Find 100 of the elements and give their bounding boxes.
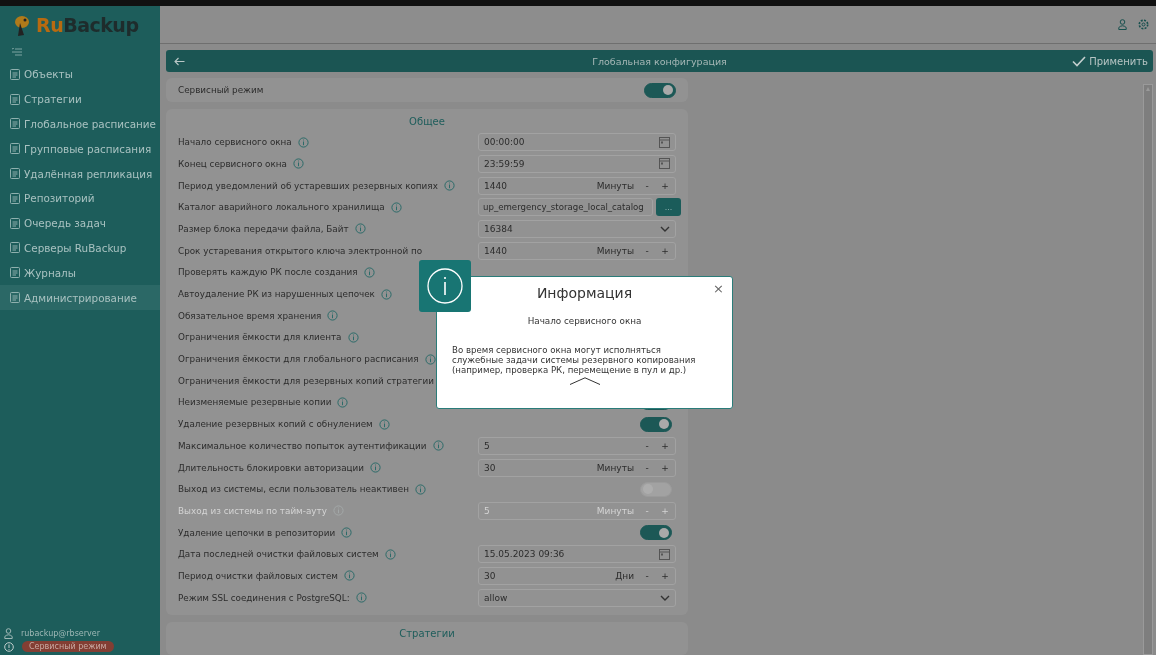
- scrollbar[interactable]: [1143, 84, 1153, 655]
- section-title: Стратегии: [399, 626, 455, 641]
- toggle-switch[interactable]: [644, 82, 676, 98]
- calendar-icon[interactable]: [659, 548, 670, 560]
- info-icon[interactable]: [384, 548, 396, 560]
- number-field[interactable]: 30 Дни - +: [478, 567, 676, 585]
- document-icon: [10, 242, 20, 254]
- increment-button[interactable]: +: [660, 571, 670, 581]
- back-arrow-icon[interactable]: [174, 56, 185, 66]
- setting-label: Начало сервисного окна: [178, 137, 292, 148]
- increment-button[interactable]: +: [660, 180, 670, 191]
- nav-item[interactable]: Объекты: [0, 62, 160, 87]
- setting-label: Удаление резервных копий с обнулением: [178, 419, 373, 430]
- info-icon[interactable]: [337, 397, 349, 408]
- setting-label: Ограничения ёмкости для клиента: [178, 332, 342, 343]
- setting-label: Длительность блокировки авторизации: [178, 462, 364, 473]
- nav-item[interactable]: Журналы: [0, 260, 160, 286]
- info-icon[interactable]: [363, 266, 375, 278]
- info-icon[interactable]: [390, 201, 402, 213]
- user-name: rubackup@rbserver: [21, 629, 100, 638]
- info-icon[interactable]: [344, 570, 355, 582]
- info-icon[interactable]: [443, 180, 455, 192]
- check-icon: [1072, 55, 1087, 67]
- info-icon[interactable]: [414, 483, 426, 495]
- info-icon[interactable]: [341, 527, 353, 539]
- document-icon: [10, 267, 20, 279]
- setting-label: Автоудаление РК из нарушенных цепочек: [178, 289, 375, 300]
- info-icon[interactable]: [369, 462, 381, 474]
- collapse-menu-icon[interactable]: [12, 48, 22, 56]
- nav-item[interactable]: Серверы RuBackup: [0, 235, 160, 261]
- browse-button[interactable]: ...: [656, 198, 681, 217]
- nav-item[interactable]: Глобальное расписание: [0, 111, 160, 137]
- document-icon: [10, 118, 20, 130]
- number-field[interactable]: 1440 Минуты - +: [478, 241, 676, 260]
- number-field[interactable]: 30 Минуты - +: [478, 458, 676, 477]
- toggle-switch[interactable]: [640, 481, 672, 497]
- date-time-field[interactable]: 15.05.2023 09:36: [478, 545, 676, 564]
- setting-label: Размер блока передачи файла, Байт: [178, 224, 349, 234]
- toggle-switch[interactable]: [640, 525, 672, 541]
- path-field[interactable]: up_emergency_storage_local_catalog: [478, 198, 653, 217]
- date-time-field[interactable]: 00:00:00: [478, 133, 676, 152]
- close-button[interactable]: ×: [713, 281, 724, 296]
- apply-button[interactable]: Применить: [1067, 50, 1153, 72]
- decrement-button[interactable]: -: [642, 571, 652, 581]
- document-icon: [10, 168, 20, 180]
- info-icon[interactable]: [378, 418, 390, 430]
- nav-item[interactable]: Удалённая репликация: [0, 161, 160, 186]
- setting-label: Ограничения ёмкости для резервных копий стратегии: [178, 375, 434, 386]
- info-icon[interactable]: [327, 310, 339, 322]
- decrement-button[interactable]: -: [642, 440, 652, 451]
- setting-label: Выход из системы по тайм-ауту: [178, 505, 327, 516]
- setting-label: Выход из системы, если пользователь неактивен: [178, 484, 409, 495]
- chevron-up-icon[interactable]: [568, 377, 601, 385]
- nav-item[interactable]: Очередь задач: [0, 210, 160, 236]
- date-time-field[interactable]: 23:59:59: [478, 154, 676, 173]
- setting-label: Проверять каждую РК после создания: [178, 267, 358, 278]
- nav-item[interactable]: Администрирование: [0, 285, 160, 310]
- nav-item[interactable]: Репозиторий: [0, 186, 160, 211]
- number-field[interactable]: 1440 Минуты - +: [478, 176, 676, 195]
- number-field[interactable]: 5 - +: [478, 436, 676, 455]
- scroll-up-icon[interactable]: [1144, 85, 1152, 93]
- calendar-icon[interactable]: [659, 158, 670, 170]
- dropdown[interactable]: 16384: [478, 220, 676, 238]
- dialog-text: Во время сервисного окна могут исполняться служебные задачи системы резервного копирования (например, проверка РК, перемещение в пул и др.): [452, 345, 697, 375]
- setting-label: Сервисный режим: [178, 85, 264, 96]
- decrement-button[interactable]: -: [642, 180, 652, 191]
- nav-item[interactable]: Групповые расписания: [0, 136, 160, 162]
- document-icon: [10, 292, 20, 304]
- settings-icon[interactable]: [1138, 19, 1149, 30]
- setting-label: Каталог аварийного локального хранилища: [178, 202, 385, 213]
- toggle-switch[interactable]: [640, 416, 672, 432]
- document-icon: [10, 68, 20, 80]
- info-icon[interactable]: [380, 288, 392, 300]
- dropdown[interactable]: allow: [478, 588, 676, 607]
- decrement-button[interactable]: -: [642, 245, 652, 256]
- info-icon[interactable]: [292, 158, 304, 170]
- info-icon[interactable]: [347, 331, 359, 343]
- info-icon[interactable]: [354, 223, 366, 235]
- setting-label: Конец сервисного окна: [178, 158, 287, 169]
- info-icon[interactable]: [424, 353, 436, 365]
- section-title: Общее: [408, 115, 446, 130]
- setting-label: Период уведомлений об устаревших резервных копиях: [178, 180, 438, 191]
- info-icon[interactable]: [297, 136, 309, 148]
- setting-label: Период очистки файловых систем: [178, 571, 338, 581]
- setting-label: Режим SSL соединения с PostgreSQL:: [178, 592, 350, 603]
- nav-item[interactable]: Стратегии: [0, 86, 160, 112]
- increment-button[interactable]: +: [660, 245, 670, 256]
- dialog-title: Информация: [536, 285, 633, 301]
- user-icon[interactable]: [1118, 19, 1127, 30]
- info-icon[interactable]: [432, 440, 444, 452]
- document-icon: [10, 143, 20, 155]
- increment-button[interactable]: +: [660, 462, 670, 473]
- info-icon[interactable]: [355, 592, 367, 604]
- document-icon: [10, 192, 20, 204]
- service-mode-badge: Сервисный режим: [22, 641, 114, 652]
- setting-label: Обязательное время хранения: [178, 310, 322, 321]
- calendar-icon[interactable]: [659, 136, 670, 148]
- decrement-button[interactable]: -: [642, 462, 652, 473]
- increment-button[interactable]: +: [660, 440, 670, 451]
- setting-label: Максимальное количество попыток аутентификации: [178, 440, 427, 451]
